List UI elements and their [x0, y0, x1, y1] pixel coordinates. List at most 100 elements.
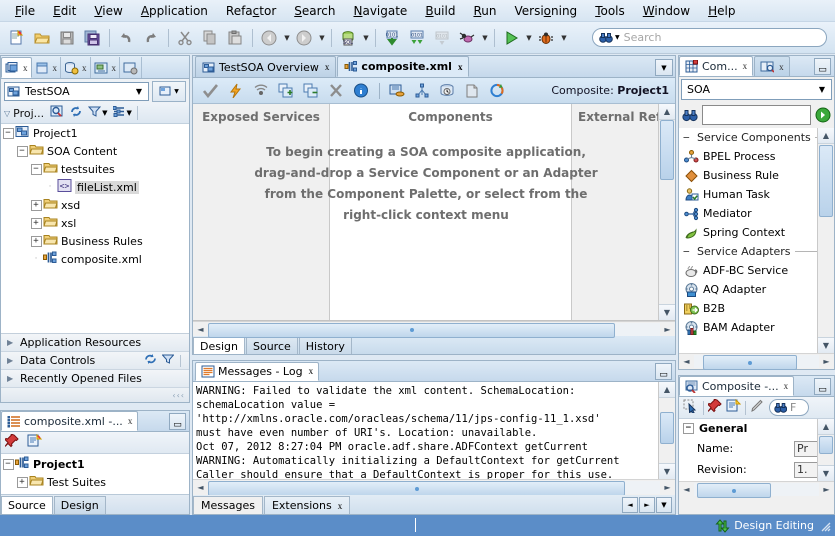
deploy-icon[interactable]: 0101 — [430, 26, 454, 50]
menu-item-build[interactable]: Build — [416, 2, 464, 20]
scroll-left-arrow[interactable]: ◄ — [193, 322, 208, 336]
save-icon[interactable] — [55, 26, 79, 50]
info-icon[interactable] — [349, 79, 373, 103]
scroll-up-arrow[interactable]: ▲ — [659, 103, 675, 120]
menu-item-refactor[interactable]: Refactor — [217, 2, 285, 20]
horizontal-scroll-thumb[interactable] — [703, 355, 797, 370]
back-dropdown-arrow[interactable]: ▼ — [282, 27, 292, 49]
save-all-icon[interactable] — [80, 26, 104, 50]
application-menu-button[interactable]: ▼ — [152, 80, 186, 102]
tree-expander[interactable]: − — [15, 142, 29, 160]
minimize-button[interactable]: ▭ — [814, 378, 831, 395]
pin-icon[interactable] — [707, 398, 723, 416]
delete-icon[interactable] — [324, 79, 348, 103]
close-icon[interactable]: x — [82, 63, 87, 73]
freeze-icon[interactable] — [27, 433, 43, 451]
palette-horizontal-scrollbar[interactable]: ◄ ► — [679, 353, 834, 370]
palette-item-mediator[interactable]: Mediator — [679, 204, 834, 223]
log-tab-messages[interactable]: Messages — [193, 496, 263, 515]
debug-icon[interactable] — [534, 26, 558, 50]
palette-group-service-components[interactable]: − Service Components — [679, 128, 834, 147]
tree-expander[interactable]: − — [1, 124, 15, 142]
filter-icon[interactable] — [88, 105, 102, 121]
db-icon[interactable] — [385, 79, 409, 103]
horizontal-scroll-thumb[interactable] — [208, 322, 615, 338]
scroll-left-arrow[interactable]: ◄ — [679, 355, 694, 369]
make-icon[interactable]: 0101 — [380, 26, 404, 50]
editor-tab-overview[interactable]: TestSOA Overview x — [195, 56, 337, 78]
tree-node[interactable]: + xsl — [1, 214, 189, 232]
debug-dropdown-arrow[interactable]: ▼ — [559, 27, 569, 49]
structure-tab[interactable]: composite.xml -... x — [1, 411, 139, 431]
accordion-application-resources[interactable]: ▶ Application Resources — [1, 334, 189, 352]
inspector-body[interactable]: − General Name: Pr Revision: 1. ▲ ▼ — [679, 419, 834, 481]
tree-expander[interactable]: − — [1, 455, 15, 473]
h-scroll-track[interactable] — [694, 483, 819, 498]
group-by-dropdown-arrow[interactable]: ▼ — [127, 109, 132, 117]
minimize-button[interactable]: ▭ — [655, 363, 672, 380]
close-icon[interactable]: x — [338, 501, 343, 511]
wsdl-icon[interactable] — [249, 79, 273, 103]
canvas-horizontal-scrollbar[interactable]: ◄ ► — [193, 320, 675, 338]
history-icon[interactable] — [435, 79, 459, 103]
close-icon[interactable]: x — [53, 63, 58, 73]
chevron-down-icon[interactable]: ▼ — [136, 87, 142, 96]
paste-icon[interactable] — [223, 26, 247, 50]
component-palette-tab[interactable]: Com... x — [679, 56, 754, 76]
tree-node[interactable]: + Business Rules — [1, 232, 189, 250]
palette-item-adf-bc-service[interactable]: ADF-BC Service — [679, 261, 834, 280]
scroll-right-arrow[interactable]: ► — [660, 481, 675, 495]
refresh-icon[interactable] — [69, 105, 83, 121]
database-tab[interactable]: x — [61, 57, 91, 78]
menu-item-tools[interactable]: Tools — [586, 2, 634, 20]
filter-icon[interactable] — [161, 353, 175, 368]
select-icon[interactable] — [683, 399, 699, 416]
vertical-scroll-thumb[interactable] — [819, 145, 833, 217]
run-icon[interactable] — [499, 26, 523, 50]
canvas-vertical-scrollbar[interactable]: ▲ ▼ — [658, 103, 675, 320]
structure-tree[interactable]: − Project1 + Test Suites — [1, 454, 189, 494]
tree-node[interactable]: · <> fileList.xml — [1, 178, 189, 196]
close-icon[interactable]: x — [779, 62, 784, 72]
h-scroll-track[interactable] — [694, 355, 819, 370]
scroll-down-arrow[interactable]: ▼ — [659, 463, 675, 480]
collapse-icon[interactable]: − — [683, 423, 694, 434]
structure-tab-source[interactable]: Source — [1, 496, 53, 514]
tree-expander[interactable]: + — [15, 473, 29, 491]
scroll-up-arrow[interactable]: ▲ — [818, 419, 834, 435]
structure-tab-design[interactable]: Design — [53, 496, 106, 514]
palette-item-b2b[interactable]: B2B — [679, 299, 834, 318]
menu-item-view[interactable]: View — [85, 2, 131, 20]
menu-item-file[interactable]: File — [6, 2, 44, 20]
close-icon[interactable]: x — [23, 63, 28, 73]
collapse-icon[interactable]: − — [683, 131, 693, 144]
add-icon[interactable] — [274, 79, 298, 103]
applications-tab[interactable]: x — [1, 57, 32, 78]
tree-node[interactable]: − testsuites — [1, 160, 189, 178]
project-tree[interactable]: − Project1− SOA Content − testsuites · <> fileL… — [1, 124, 189, 333]
open-icon[interactable] — [30, 26, 54, 50]
menu-item-edit[interactable]: Edit — [44, 2, 85, 20]
resource-catalog-tab[interactable]: x — [754, 56, 790, 76]
editor-tab-composite[interactable]: composite.xml x — [337, 56, 470, 78]
resource-tab[interactable]: x — [91, 57, 120, 78]
palette-item-bpel-process[interactable]: BPEL Process — [679, 147, 834, 166]
group-by-icon[interactable] — [112, 105, 126, 121]
inspector-group-header[interactable]: − General — [679, 419, 834, 438]
scroll-right-arrow[interactable]: ► — [660, 322, 675, 336]
tree-node[interactable]: − SOA Content — [1, 142, 189, 160]
minimize-button[interactable]: ▭ — [169, 413, 186, 430]
log-vertical-scrollbar[interactable]: ▲ ▼ — [658, 381, 675, 480]
connections-tab[interactable] — [120, 57, 142, 78]
close-icon[interactable]: x — [784, 381, 789, 391]
filter-dropdown-arrow[interactable]: ▼ — [102, 109, 107, 117]
collapse-triangle-icon[interactable]: ▽ — [4, 109, 10, 118]
palette-item-spring-context[interactable]: Spring Context — [679, 223, 834, 242]
tree-expander[interactable]: + — [29, 196, 43, 214]
log-body[interactable]: WARNING: Failed to validate the xml cont… — [193, 381, 675, 480]
sql-worksheet-icon[interactable]: SQL — [336, 26, 360, 50]
menu-item-window[interactable]: Window — [634, 2, 699, 20]
run-dropdown-arrow[interactable]: ▼ — [524, 27, 534, 49]
redo-icon[interactable] — [139, 26, 163, 50]
next-tab-button[interactable]: ► — [639, 497, 655, 514]
